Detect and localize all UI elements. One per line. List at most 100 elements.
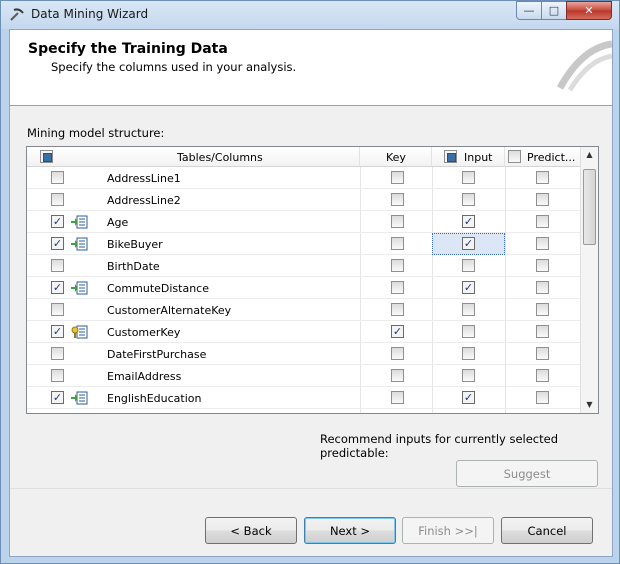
predict-all-checkbox[interactable] xyxy=(508,150,521,163)
column-header-tables[interactable]: Tables/Columns xyxy=(27,147,360,167)
table-row[interactable]: ✓ EnglishEducation ✓ xyxy=(27,387,580,409)
column-name: CommuteDistance xyxy=(107,282,209,295)
column-header-input-label: Input xyxy=(464,151,493,164)
include-column-checkbox[interactable] xyxy=(51,193,64,206)
wizard-banner-icon xyxy=(556,40,612,92)
input-checkbox[interactable] xyxy=(462,347,475,360)
predict-checkbox[interactable] xyxy=(536,193,549,206)
title-bar[interactable]: Data Mining Wizard — □ ✕ xyxy=(1,1,619,29)
predict-checkbox[interactable] xyxy=(536,347,549,360)
input-checkbox[interactable]: ✓ xyxy=(462,391,475,404)
minimize-button[interactable]: — xyxy=(516,1,542,20)
input-column-icon xyxy=(71,215,88,229)
input-column-icon xyxy=(71,237,88,251)
page-subtitle: Specify the columns used in your analysi… xyxy=(51,60,297,74)
include-column-checkbox[interactable]: ✓ xyxy=(51,325,64,338)
column-name: CustomerKey xyxy=(107,326,181,339)
finish-button[interactable]: Finish >>| xyxy=(402,517,494,544)
table-row[interactable]: ✓ CommuteDistance ✓ xyxy=(27,277,580,299)
predict-checkbox[interactable] xyxy=(536,237,549,250)
include-column-checkbox[interactable] xyxy=(51,259,64,272)
input-all-checkbox[interactable] xyxy=(444,150,457,163)
column-name: Age xyxy=(107,216,129,229)
cancel-button[interactable]: Cancel xyxy=(501,517,593,544)
vertical-scrollbar[interactable]: ▲ ▼ xyxy=(580,147,598,413)
input-checkbox[interactable]: ✓ xyxy=(462,215,475,228)
key-checkbox[interactable]: ✓ xyxy=(391,325,404,338)
input-checkbox[interactable] xyxy=(462,193,475,206)
table-row[interactable]: CustomerAlternateKey xyxy=(27,299,580,321)
input-checkbox[interactable] xyxy=(462,171,475,184)
include-column-checkbox[interactable] xyxy=(51,303,64,316)
close-icon: ✕ xyxy=(584,4,594,17)
column-name: EnglishEducation xyxy=(107,392,202,405)
key-checkbox[interactable] xyxy=(391,215,404,228)
column-name: DateFirstPurchase xyxy=(107,348,207,361)
grid-header: Tables/Columns Key Input Predict... xyxy=(27,147,580,167)
include-column-checkbox[interactable]: ✓ xyxy=(51,215,64,228)
input-checkbox[interactable]: ✓ xyxy=(462,237,475,250)
input-checkbox[interactable] xyxy=(462,325,475,338)
minimize-icon: — xyxy=(523,4,535,17)
table-row[interactable]: EmailAddress xyxy=(27,365,580,387)
key-checkbox[interactable] xyxy=(391,237,404,250)
key-checkbox[interactable] xyxy=(391,391,404,404)
column-name: EmailAddress xyxy=(107,370,182,383)
next-button[interactable]: Next > xyxy=(304,517,396,544)
predict-checkbox[interactable] xyxy=(536,369,549,382)
column-header-key[interactable]: Key xyxy=(360,147,432,167)
key-checkbox[interactable] xyxy=(391,193,404,206)
key-checkbox[interactable] xyxy=(391,171,404,184)
key-column-icon xyxy=(71,325,88,339)
input-checkbox[interactable]: ✓ xyxy=(462,281,475,294)
input-checkbox[interactable] xyxy=(462,369,475,382)
key-checkbox[interactable] xyxy=(391,259,404,272)
scroll-thumb[interactable] xyxy=(583,169,596,245)
column-header-key-label: Key xyxy=(386,151,406,164)
maximize-button[interactable]: □ xyxy=(541,1,567,20)
table-row[interactable]: AddressLine1 xyxy=(27,167,580,189)
predict-checkbox[interactable] xyxy=(536,303,549,316)
suggest-button[interactable]: Suggest xyxy=(456,460,598,487)
column-name: BikeBuyer xyxy=(107,238,163,251)
predict-checkbox[interactable] xyxy=(536,259,549,272)
table-row[interactable]: ✓ Age ✓ xyxy=(27,211,580,233)
column-header-tables-label: Tables/Columns xyxy=(177,151,263,164)
predict-checkbox[interactable] xyxy=(536,215,549,228)
include-column-checkbox[interactable]: ✓ xyxy=(51,281,64,294)
column-name: AddressLine2 xyxy=(107,194,181,207)
table-row[interactable]: AddressLine2 xyxy=(27,189,580,211)
column-header-input[interactable]: Input xyxy=(432,147,505,167)
table-row[interactable]: DateFirstPurchase xyxy=(27,343,580,365)
predict-checkbox[interactable] xyxy=(536,281,549,294)
select-all-checkbox[interactable] xyxy=(40,150,53,163)
include-column-checkbox[interactable] xyxy=(51,171,64,184)
scroll-down-arrow-icon[interactable]: ▼ xyxy=(581,397,598,413)
wizard-pickaxe-icon xyxy=(10,8,24,21)
input-column-icon xyxy=(71,281,88,295)
input-checkbox[interactable] xyxy=(462,259,475,272)
table-row[interactable]: ✓ BikeBuyer ✓ xyxy=(27,233,580,255)
key-checkbox[interactable] xyxy=(391,281,404,294)
key-checkbox[interactable] xyxy=(391,347,404,360)
predict-checkbox[interactable] xyxy=(536,325,549,338)
key-checkbox[interactable] xyxy=(391,369,404,382)
button-row-separator xyxy=(10,488,612,489)
predict-checkbox[interactable] xyxy=(536,391,549,404)
include-column-checkbox[interactable]: ✓ xyxy=(51,237,64,250)
column-header-predict[interactable]: Predict... xyxy=(505,147,580,167)
include-column-checkbox[interactable]: ✓ xyxy=(51,391,64,404)
scroll-up-arrow-icon[interactable]: ▲ xyxy=(581,147,598,163)
wizard-header: Specify the Training Data Specify the co… xyxy=(10,30,612,106)
input-checkbox[interactable] xyxy=(462,303,475,316)
include-column-checkbox[interactable] xyxy=(51,369,64,382)
page-title: Specify the Training Data xyxy=(28,41,228,57)
table-row[interactable]: ✓ CustomerKey ✓ xyxy=(27,321,580,343)
back-button[interactable]: < Back xyxy=(205,517,297,544)
table-row[interactable]: BirthDate xyxy=(27,255,580,277)
include-column-checkbox[interactable] xyxy=(51,347,64,360)
close-button[interactable]: ✕ xyxy=(566,1,612,20)
column-header-predict-label: Predict... xyxy=(527,151,576,164)
predict-checkbox[interactable] xyxy=(536,171,549,184)
key-checkbox[interactable] xyxy=(391,303,404,316)
